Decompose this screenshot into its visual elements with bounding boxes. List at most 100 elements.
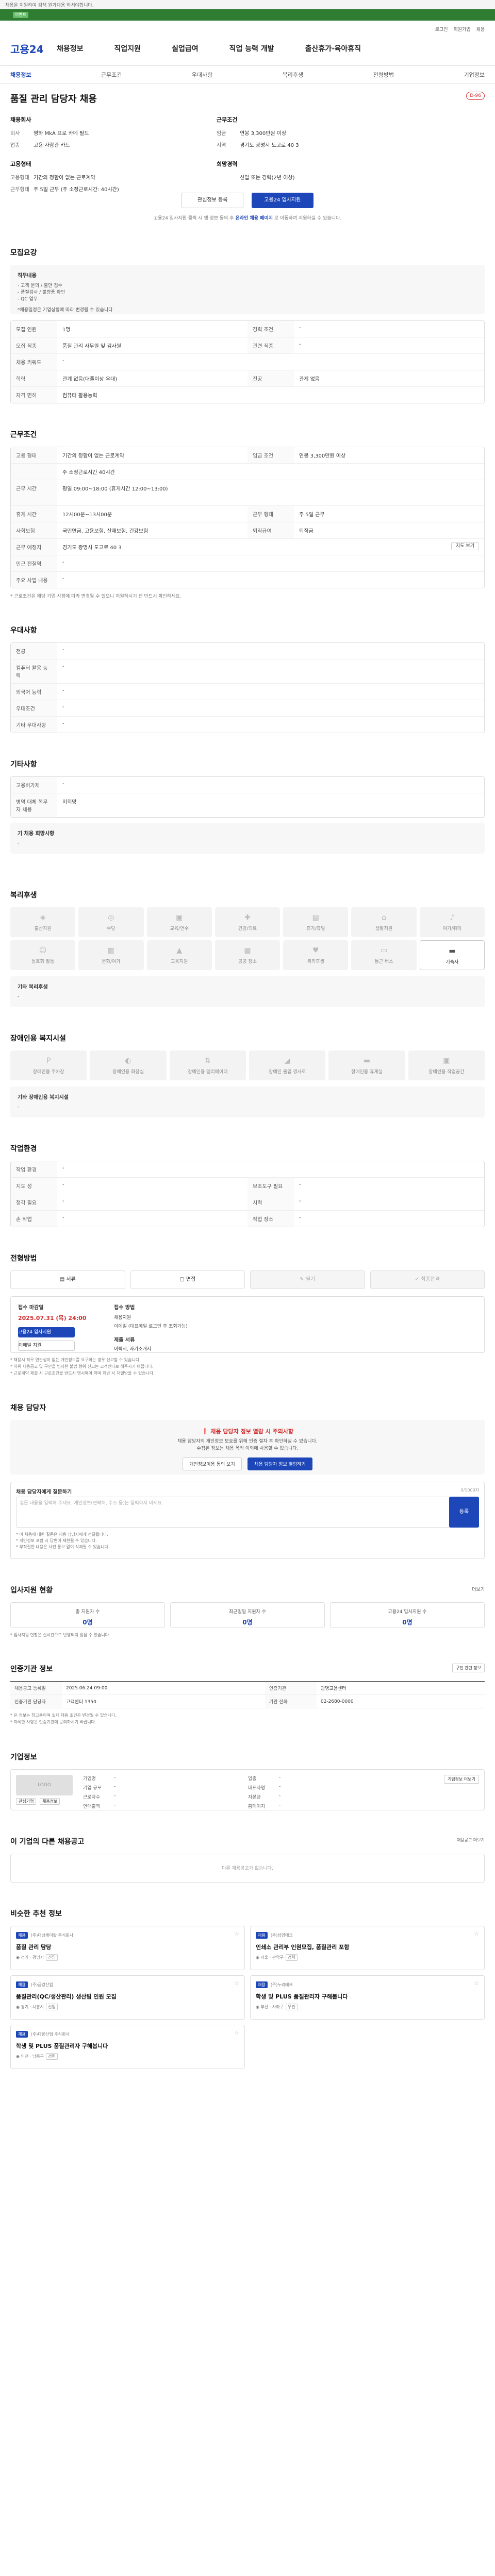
- kv-key: 업종: [10, 143, 20, 148]
- disab-title: 장애인용 복지시설: [10, 1035, 66, 1043]
- health-icon: ✚: [244, 913, 251, 922]
- qna-input[interactable]: 질문 내용을 입력해 주세요. 개인정보(연락처, 주소 등)는 입력하지 마세…: [16, 1497, 459, 1528]
- disab-item: P 장애인용 주차장: [10, 1050, 87, 1080]
- stat-card: 총 지원자 수 0명: [10, 1602, 165, 1629]
- welfare-item: ⌂ 생활지원: [351, 907, 417, 937]
- welfare-label: 공공 장소: [238, 959, 257, 964]
- related-card[interactable]: 채용 (주)누리테크 ☆ 학생 및 PLUS 품질관리자 구해봅니다 ◉ 부산 ·…: [250, 1975, 485, 2020]
- apply-button[interactable]: 고용24 입사지원: [251, 193, 314, 208]
- related-card[interactable]: 채용 (주)다온산업 주식회사 ☆ 학생 및 PLUS 품질관리자 구해봅니다 ◉…: [10, 2024, 245, 2069]
- pin-icon: ◉: [16, 2054, 21, 2059]
- save-interest-button[interactable]: 관심정보 등록: [182, 193, 244, 208]
- manager-box: ❗ 채용 담당자 정보 열람 시 주의사항 채용 담당자의 개인정보 보호를 위…: [10, 1420, 485, 1475]
- process-apply-button[interactable]: 고용24 입사지원: [18, 1327, 75, 1337]
- tab-work[interactable]: 근무조건: [101, 71, 122, 79]
- tab-corp[interactable]: 기업정보: [464, 71, 484, 79]
- stats-more-link[interactable]: 더보기: [472, 1586, 485, 1592]
- grid-value: 주 5일 근무: [299, 512, 325, 518]
- grid-key: 고용허가제: [11, 777, 57, 793]
- ramp-icon: ◢: [284, 1057, 290, 1065]
- work-note: * 근로조건은 해당 기업 사정에 따라 변경될 수 있으니 지원하시기 전 반…: [10, 594, 182, 599]
- gnb-item-benefit[interactable]: 실업급여: [172, 43, 199, 54]
- apply-note-link[interactable]: 온라인 채용 페이지: [235, 216, 273, 221]
- map-button[interactable]: 지도 보기: [451, 542, 479, 550]
- card-chip: 신입: [45, 2003, 58, 2010]
- prefer-title: 우대사항: [10, 626, 37, 635]
- corp-key: 기업명: [83, 1776, 96, 1782]
- card-tag: 채용: [16, 1931, 28, 1939]
- qna-submit-button[interactable]: 등록: [449, 1497, 479, 1528]
- star-icon[interactable]: ☆: [234, 1930, 239, 1937]
- tab-recruit[interactable]: 채용정보: [10, 71, 31, 79]
- view-manager-button[interactable]: 채용 담당자 정보 열람하기: [248, 1458, 312, 1471]
- gnb-item-leave[interactable]: 출산휴가·육아휴직: [305, 43, 361, 54]
- related-card[interactable]: 채용 (주)대성케미칼 주식회사 ☆ 품질 관리 담당 ◉ 경기 · 광명시 신입: [10, 1925, 245, 1970]
- promo-banner[interactable]: 이벤트: [0, 9, 495, 21]
- parking-icon: P: [46, 1057, 51, 1065]
- grid-value: -: [299, 325, 301, 331]
- card-title: 품질 관리 담당: [16, 1943, 52, 1951]
- star-icon[interactable]: ☆: [474, 1980, 479, 1987]
- info-title: 인증기관 정보: [10, 1665, 53, 1674]
- tab-prefer[interactable]: 우대사항: [192, 71, 212, 79]
- lounge-icon: ▬: [363, 1057, 371, 1065]
- kv-value: 고용·사람관 카드: [34, 143, 70, 148]
- grid-value: -: [62, 1215, 64, 1221]
- grid-key: 외국어 능력: [11, 684, 57, 700]
- tab-process[interactable]: 전형방법: [373, 71, 394, 79]
- star-icon[interactable]: ☆: [234, 2029, 239, 2036]
- email-apply-button[interactable]: 이메일 지원: [18, 1341, 75, 1351]
- method-sub: 이메일 (대표메일 로그인 후 조회가능): [114, 1324, 188, 1329]
- util-join[interactable]: 회원가입: [453, 27, 470, 32]
- grid-key: 사회보험: [11, 522, 57, 538]
- corp-more-button[interactable]: 기업정보 더보기: [443, 1774, 479, 1784]
- privacy-agree-button[interactable]: 개인정보이용 동의 보기: [183, 1458, 242, 1471]
- card-meta: 경기 · 시흥시: [21, 2004, 44, 2009]
- welfare-label: 문화/여가: [102, 959, 121, 964]
- grid-value: 컴퓨터 활용능력: [62, 393, 97, 399]
- card-company: (주)삼양테크: [270, 1933, 293, 1938]
- interest-corp-button[interactable]: 관심기업: [16, 1798, 37, 1805]
- related-card[interactable]: 채용 (주)삼양테크 ☆ 인쇄소 관리부 인원모집, 품질관리 포함 ◉ 서울 ·…: [250, 1925, 485, 1970]
- kv-key: [217, 173, 240, 181]
- welfare-etc-value: -: [18, 994, 20, 999]
- gnb-item-support[interactable]: 직업지원: [114, 43, 141, 54]
- grid-value: -: [299, 1182, 301, 1188]
- tab-welfare[interactable]: 복리후생: [283, 71, 303, 79]
- gift-icon: ◈: [40, 913, 46, 922]
- kv-key: 고용형태: [10, 175, 29, 181]
- recom-more-link[interactable]: 채용공고 더보기: [457, 1837, 485, 1843]
- etc-title: 기타사항: [10, 760, 37, 769]
- disab-etc: 기타 장애인용 복지시설 -: [10, 1087, 485, 1117]
- qna-box: 채용 담당자에게 질문하기 0/1000자 질문 내용을 입력해 주세요. 개인…: [10, 1482, 485, 1560]
- card-tag: 채용: [16, 1981, 28, 1988]
- stat-value: 0명: [82, 1619, 93, 1626]
- stat-value: 0명: [242, 1619, 253, 1626]
- star-icon[interactable]: ☆: [234, 1980, 239, 1987]
- prefer-section: 우대사항 전공 - 컴퓨터 활용 능력 - 외국어 능력 - 우대조건 - 기타 우대사…: [0, 615, 495, 733]
- grid-value: 국민연금, 고용보험, 산재보험, 건강보험: [62, 529, 148, 534]
- util-menu[interactable]: 채용: [476, 27, 485, 32]
- util-login[interactable]: 로그인: [435, 27, 448, 32]
- gnb-item-jobs[interactable]: 채용정보: [57, 43, 84, 54]
- info-button[interactable]: 구인 관련 정보: [452, 1664, 485, 1673]
- star-icon[interactable]: ☆: [474, 1930, 479, 1937]
- process-notes: * 채용시 직무 연관성이 없는 개인정보를 요구하는 경우 신고할 수 있습니…: [10, 1357, 485, 1377]
- disab-item: ◢ 장애인 출입 경사로: [249, 1050, 326, 1080]
- grid-key: 지도 성: [11, 1178, 57, 1194]
- corp-jobs-button[interactable]: 채용정보: [40, 1798, 60, 1805]
- book-icon: ▣: [176, 913, 183, 922]
- site-logo[interactable]: 고용24: [10, 41, 44, 56]
- grid-key: 전공: [11, 643, 57, 659]
- apply-note: 고용24 입사지원 클릭 시 앱 정보 동의 후 온라인 채용 페이지 로 이동…: [0, 214, 495, 221]
- grid-key: 관련 직종: [248, 337, 294, 353]
- pin-icon: ◉: [256, 1955, 261, 1960]
- grid-value: 기간의 정함이 없는 근로계약: [62, 453, 124, 459]
- doc-icon: ▤: [59, 1277, 67, 1282]
- gnb-item-training[interactable]: 직업 능력 개발: [229, 43, 274, 54]
- related-card[interactable]: 채용 (주)금강산업 ☆ 품질관리(QC/생산관리) 생산팀 인원 모집 ◉ 경기…: [10, 1975, 245, 2020]
- grid-key: 채용 키워드: [11, 354, 57, 370]
- grid-key: 임금 조건: [248, 447, 294, 463]
- stats-title: 입사지원 현황: [10, 1586, 53, 1595]
- grid-value: 평일 09:00~18:00 (휴게시간 12:00~13:00): [62, 486, 168, 492]
